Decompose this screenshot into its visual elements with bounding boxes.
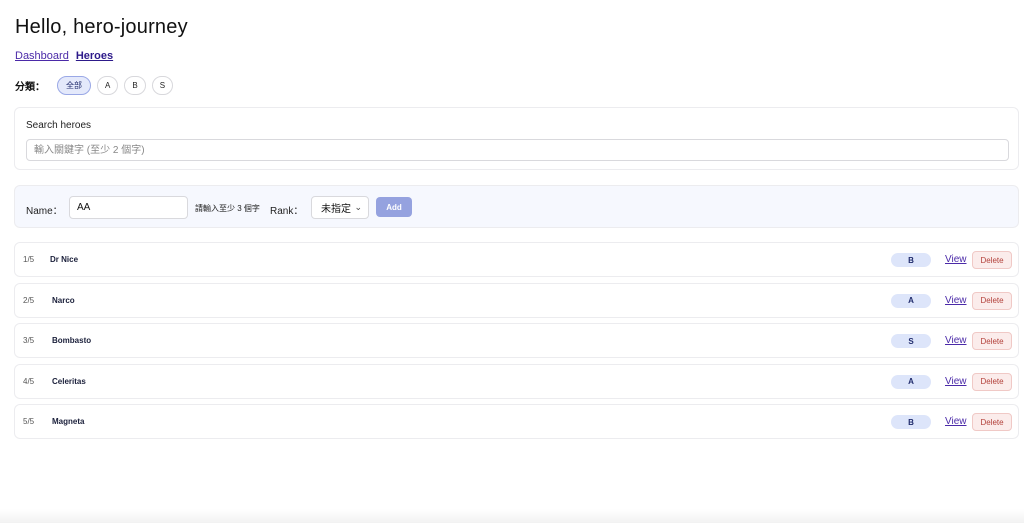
name-hint: 請輸入至少 3 個字 xyxy=(195,204,260,213)
rank-badge: A xyxy=(891,293,931,308)
filter-chip-all[interactable]: 全部 xyxy=(57,76,91,95)
rank-select[interactable]: 未指定 ⌄ xyxy=(311,196,369,219)
rank-badge: A xyxy=(891,374,931,389)
rank-select-value: 未指定 xyxy=(321,204,351,215)
delete-button[interactable]: Delete xyxy=(972,372,1012,391)
main-nav: Dashboard Heroes xyxy=(15,50,113,62)
add-hero-panel: Name： 請輸入至少 3 個字 Rank： 未指定 ⌄ Add xyxy=(14,185,1019,228)
hero-name: Magneta xyxy=(52,417,85,426)
chevron-down-icon: ⌄ xyxy=(354,202,362,212)
filter-label: 分類： xyxy=(15,82,45,93)
add-button[interactable]: Add xyxy=(376,197,412,217)
nav-link-heroes[interactable]: Heroes xyxy=(76,50,113,62)
view-link[interactable]: View xyxy=(945,295,967,306)
hero-row: 2/5 Narco A View Delete xyxy=(14,282,1019,318)
view-link[interactable]: View xyxy=(945,416,967,427)
delete-button[interactable]: Delete xyxy=(972,251,1012,269)
filter-chip-b[interactable]: B xyxy=(124,76,146,95)
delete-button[interactable]: Delete xyxy=(972,413,1012,431)
view-link[interactable]: View xyxy=(945,254,967,265)
name-label: Name： xyxy=(26,206,63,217)
nav-link-dashboard[interactable]: Dashboard xyxy=(15,50,69,62)
rank-badge: S xyxy=(891,334,931,348)
delete-button[interactable]: Delete xyxy=(972,291,1012,310)
hero-row: 4/5 Celeritas A View Delete xyxy=(14,363,1019,399)
hero-index: 2/5 xyxy=(23,295,35,305)
view-link[interactable]: View xyxy=(945,376,967,387)
category-filter: 分類： 全部 A B S xyxy=(15,76,174,95)
filter-chip-s[interactable]: S xyxy=(151,76,174,95)
hero-index: 3/5 xyxy=(23,336,35,345)
hero-index: 4/5 xyxy=(23,376,35,386)
search-panel: Search heroes xyxy=(14,107,1019,170)
hero-index: 1/5 xyxy=(23,255,35,264)
hero-list: 1/5 Dr Nice B View Delete 2/5 Narco A Vi… xyxy=(14,242,1019,445)
page-title: Hello, hero-journey xyxy=(15,16,188,38)
bottom-shadow xyxy=(0,509,1024,523)
hero-name: Dr Nice xyxy=(50,255,79,264)
filter-chip-a[interactable]: A xyxy=(97,76,119,95)
search-input[interactable] xyxy=(26,139,1009,161)
view-link[interactable]: View xyxy=(945,335,967,346)
rank-badge: B xyxy=(891,253,931,267)
hero-row: 5/5 Magneta B View Delete xyxy=(14,404,1019,439)
name-input[interactable] xyxy=(69,196,188,219)
rank-label: Rank： xyxy=(270,206,304,217)
delete-button[interactable]: Delete xyxy=(972,332,1012,350)
hero-name: Bombasto xyxy=(52,336,92,345)
hero-name: Narco xyxy=(52,295,75,305)
hero-row: 3/5 Bombasto S View Delete xyxy=(14,323,1019,358)
search-label: Search heroes xyxy=(26,120,92,131)
hero-row: 1/5 Dr Nice B View Delete xyxy=(14,242,1019,277)
hero-name: Celeritas xyxy=(52,376,86,386)
rank-badge: B xyxy=(891,415,931,429)
hero-index: 5/5 xyxy=(23,417,35,426)
